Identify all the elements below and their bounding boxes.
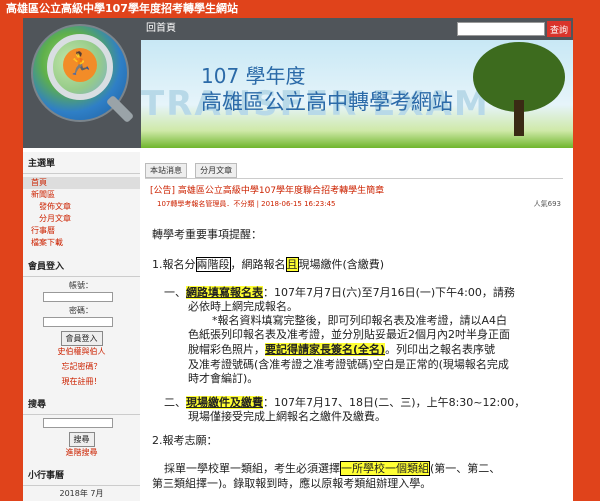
section-1-line: 1.報名分兩階段，網路報名且現場繳件(含繳費) (152, 257, 385, 272)
sidebar: 主選單 首頁 新聞區 發佈文章 分月文章 行事曆 檔案下載 會員登入 帳號： 密… (23, 152, 140, 501)
article-header: [公告] 高雄區公立高級中學107學年度聯合招考轉學生簡章 107轉學考報名管理… (145, 178, 563, 212)
menu-item-post[interactable]: 發佈文章 (23, 201, 140, 213)
sidebar-link-1[interactable]: 史伯權與伯人 (23, 346, 140, 357)
note-line-3: 脫帽彩色照片，要記得請家長簽名(全名)。列印出之報名表序號 (188, 343, 496, 356)
article-views: 人氣693 (533, 200, 561, 208)
sidebar-search-input[interactable] (43, 418, 113, 428)
menu-item-news[interactable]: 新聞區 (23, 189, 140, 201)
login-title: 會員登入 (23, 255, 140, 277)
calendar-title: 小行事曆 (23, 464, 140, 486)
section-2-text-2: 第三類組擇一)。錄取報到時，應以原報考類組辦理入學。 (152, 477, 432, 490)
page-frame: 🏃 回首頁 查詢 TRANSFER EXAM 107 學年度 高雄區公立高中轉學… (23, 18, 573, 501)
main-menu-title: 主選單 (23, 152, 140, 174)
account-label: 帳號： (69, 281, 93, 290)
top-search-input[interactable] (457, 22, 545, 36)
tab-news[interactable]: 本站消息 (145, 163, 187, 178)
note-line-2: 色紙張列印報名表及准考證，並分別貼妥最近2個月內2吋半身正面 (188, 328, 510, 341)
intro-line: 轉學考重要事項提醒： (152, 228, 262, 241)
banner-year: 107 學年度 (201, 64, 306, 88)
home-link[interactable]: 回首頁 (146, 18, 176, 40)
main-content: 本站消息 分月文章 [公告] 高雄區公立高級中學107學年度聯合招考轉學生簡章 … (140, 152, 573, 501)
content-tabs: 本站消息 分月文章 (145, 158, 240, 178)
menu-item-downloads[interactable]: 檔案下載 (23, 237, 140, 249)
register-link[interactable]: 現在註冊！ (23, 376, 140, 387)
article-title[interactable]: [公告] 高雄區公立高級中學107學年度聯合招考轉學生簡章 (150, 183, 384, 196)
top-search-button[interactable]: 查詢 (547, 21, 571, 37)
calendar-month: 2018年 7月 (59, 489, 104, 498)
tree-trunk (514, 100, 524, 136)
section-2-line: 2.報考志願： (152, 434, 218, 447)
menu-item-home[interactable]: 首頁 (23, 177, 140, 189)
search-title: 搜尋 (23, 393, 140, 415)
logo-area: 🏃 (23, 18, 141, 148)
advanced-search-link[interactable]: 進階搜尋 (23, 447, 140, 458)
banner-title: 高雄區公立高中轉學考網站 (201, 90, 453, 114)
sidebar-search-button[interactable]: 搜尋 (68, 432, 95, 447)
banner: TRANSFER EXAM 107 學年度 高雄區公立高中轉學考網站 (141, 40, 573, 148)
tab-monthly[interactable]: 分月文章 (195, 163, 238, 178)
password-input[interactable] (43, 317, 113, 327)
password-label: 密碼： (69, 306, 93, 315)
section-1b-line-2: 現場僅接受完成上網報名之繳件及繳費。 (188, 410, 386, 423)
menu-item-monthly[interactable]: 分月文章 (23, 213, 140, 225)
login-button[interactable]: 會員登入 (60, 331, 103, 346)
runner-icon: 🏃 (63, 48, 97, 82)
forgot-password-link[interactable]: 忘記密碼？ (23, 361, 140, 372)
article-meta: 107轉學考報名管理員．不分類 | 2018-06-15 16:23:45 (157, 200, 336, 208)
account-input[interactable] (43, 292, 113, 302)
window-title: 高雄區公立高級中學107學年度招考轉學生網站 (6, 2, 238, 15)
section-2-text: 採單一學校單一類組，考生必須選擇一所學校一個類組(第一、第二、 (164, 461, 501, 476)
top-nav: 回首頁 查詢 (141, 18, 573, 40)
note-line-5: 時才會編訂)。 (188, 372, 259, 385)
header: 🏃 回首頁 查詢 TRANSFER EXAM 107 學年度 高雄區公立高中轉學… (23, 18, 573, 148)
menu-item-calendar[interactable]: 行事曆 (23, 225, 140, 237)
